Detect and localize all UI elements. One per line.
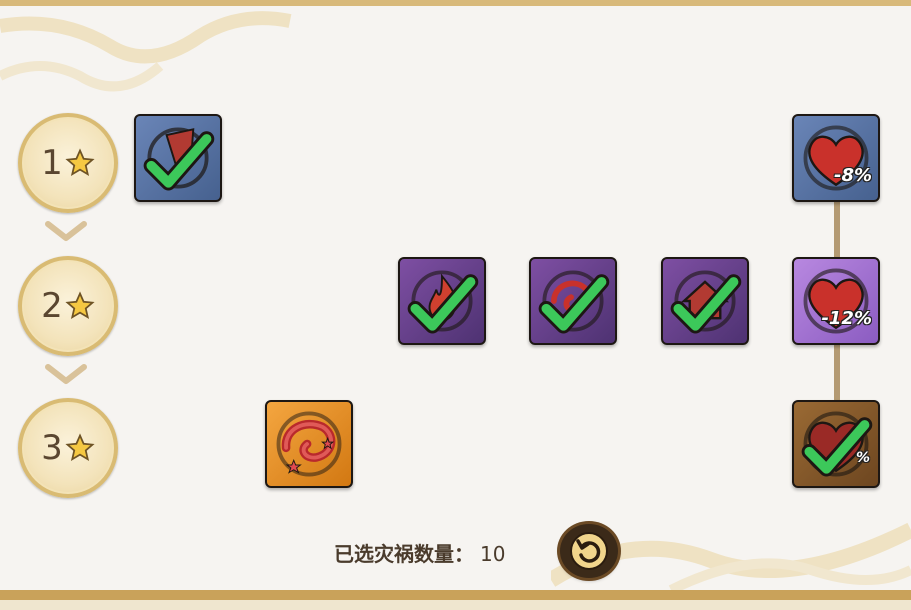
tier-badge-2: 2 <box>18 256 118 356</box>
disaster-slot-house[interactable] <box>661 257 749 345</box>
reset-button[interactable] <box>560 524 618 578</box>
heart-icon <box>803 125 869 191</box>
selected-count: 已选灾祸数量： 10 <box>334 538 505 567</box>
tier-badge-3: 3 <box>18 398 118 498</box>
disaster-slot-banner[interactable] <box>134 114 222 202</box>
heart-value: -8% <box>833 165 872 186</box>
disaster-slot-heart-1[interactable]: -8% <box>792 114 880 202</box>
disaster-slot-swirl[interactable] <box>265 400 353 488</box>
connector-line <box>834 345 840 405</box>
chevron-down-icon <box>45 221 87 241</box>
checkmark-icon <box>538 274 610 334</box>
disaster-slot-vortex[interactable] <box>529 257 617 345</box>
checkmark-icon <box>670 274 742 334</box>
undo-icon <box>570 532 608 570</box>
tier-number: 3 <box>41 428 63 468</box>
heart-icon <box>803 268 869 334</box>
disaster-slot-flame[interactable] <box>398 257 486 345</box>
tier-number: 2 <box>41 286 63 326</box>
chevron-down-icon <box>45 364 87 384</box>
checkmark-icon <box>143 131 215 191</box>
selected-count-label: 已选灾祸数量： <box>334 542 474 566</box>
disaster-slot-heart-2[interactable]: -12% <box>792 257 880 345</box>
heart-value: -12% <box>821 308 872 329</box>
checkmark-icon <box>801 417 873 477</box>
star-icon <box>65 291 95 320</box>
selected-count-value: 10 <box>480 542 506 566</box>
star-icon <box>65 433 95 462</box>
tier-number: 1 <box>41 143 63 183</box>
disaster-slot-heart-3[interactable]: % <box>792 400 880 488</box>
tier-badge-1: 1 <box>18 113 118 213</box>
checkmark-icon <box>407 274 479 334</box>
swirl-icon <box>276 411 342 477</box>
connector-line <box>834 202 840 262</box>
star-icon <box>65 148 95 177</box>
swirl-decoration <box>0 11 292 92</box>
